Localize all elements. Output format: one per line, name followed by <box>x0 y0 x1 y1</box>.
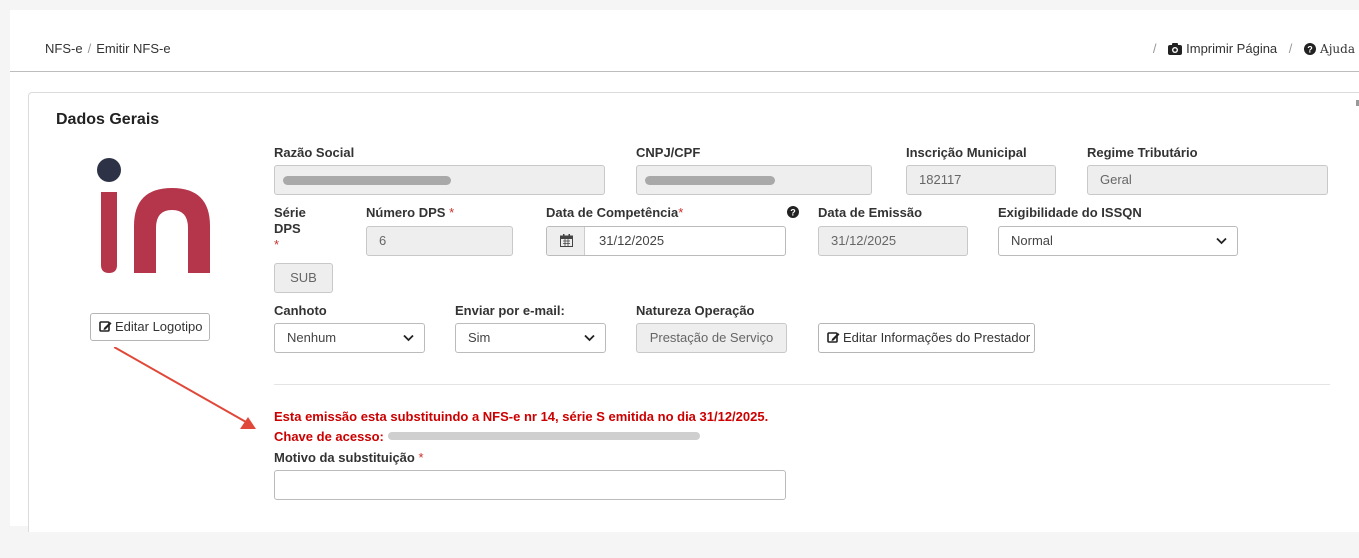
annotation-arrow <box>114 347 256 429</box>
calendar-addon[interactable] <box>547 227 585 255</box>
access-key-label: Chave de acesso: <box>274 429 384 444</box>
edit-provider-info-button[interactable]: Editar Informações do Prestador <box>818 323 1035 353</box>
regime-tributario-label: Regime Tributário <box>1087 145 1198 160</box>
canhoto-select[interactable]: Nenhum <box>274 323 425 353</box>
cnpj-cpf-label: CNPJ/CPF <box>636 145 701 160</box>
motivo-input[interactable] <box>274 470 786 500</box>
numero-dps-label: Número DPS * <box>366 205 455 220</box>
razao-social-label: Razão Social <box>274 145 355 160</box>
enviar-email-label: Enviar por e-mail: <box>455 303 565 318</box>
canhoto-value: Nenhum <box>287 330 337 345</box>
breadcrumb-current: Emitir NFS-e <box>96 41 171 56</box>
razao-social-field <box>274 165 605 195</box>
data-emissao-field: 31/12/2025 <box>818 226 968 256</box>
data-competencia-field[interactable]: 31/12/2025 <box>546 226 786 256</box>
question-circle-icon: ? <box>1304 43 1317 58</box>
edit-icon <box>99 316 112 342</box>
required-mark: * <box>274 237 280 252</box>
help-label: Ajuda <box>1320 42 1355 56</box>
exigibilidade-issqn-select[interactable]: Normal <box>998 226 1238 256</box>
chevron-down-icon <box>1216 237 1227 245</box>
redacted-access-key <box>387 432 700 440</box>
edit-logo-button[interactable]: Editar Logotipo <box>90 313 210 341</box>
numero-dps-field: 6 <box>366 226 513 256</box>
help-link[interactable]: ? Ajuda <box>1304 41 1355 56</box>
data-emissao-label: Data de Emissão <box>818 205 923 220</box>
cnpj-cpf-field <box>636 165 872 195</box>
canhoto-label: Canhoto <box>274 303 327 318</box>
header-actions: / Imprimir Página / ? Ajuda <box>1152 41 1355 56</box>
data-competencia-label: Data de Competência* <box>546 205 684 220</box>
motivo-label: Motivo da substituição * <box>274 450 424 465</box>
inscricao-municipal-field: 182117 <box>906 165 1056 195</box>
calendar-icon <box>560 234 573 247</box>
serie-dps-field: SUB <box>274 263 333 293</box>
redacted-value <box>283 176 451 185</box>
page: NFS-e / Emitir NFS-e / Imprimir Página / ?… <box>10 10 1359 532</box>
redacted-value <box>645 176 775 185</box>
enviar-email-value: Sim <box>468 330 491 345</box>
natureza-operacao-field: Prestação de Serviço <box>636 323 787 353</box>
camera-icon <box>1168 43 1183 58</box>
chevron-down-icon <box>403 334 414 342</box>
company-logo <box>92 158 222 279</box>
breadcrumb-root[interactable]: NFS-e <box>45 41 83 56</box>
chevron-down-icon <box>584 334 595 342</box>
breadcrumb: NFS-e / Emitir NFS-e <box>45 41 171 56</box>
natureza-operacao-label: Natureza Operação <box>636 303 755 318</box>
exigibilidade-issqn-value: Normal <box>1011 233 1053 248</box>
svg-text:?: ? <box>1307 45 1313 55</box>
divider <box>274 384 1330 385</box>
exigibilidade-issqn-label: Exigibilidade do ISSQN <box>998 205 1142 220</box>
serie-dps-label: Série DPS * <box>274 205 306 252</box>
edit-icon <box>827 326 840 354</box>
print-page-link[interactable]: Imprimir Página <box>1168 41 1281 56</box>
edit-logo-label: Editar Logotipo <box>115 319 203 334</box>
enviar-email-select[interactable]: Sim <box>455 323 606 353</box>
data-competencia-value: 31/12/2025 <box>599 233 665 248</box>
access-key-line: Chave de acesso: <box>274 429 700 444</box>
inscricao-municipal-label: Inscrição Municipal <box>906 145 1027 160</box>
print-page-label: Imprimir Página <box>1186 41 1278 56</box>
top-bar: NFS-e / Emitir NFS-e / Imprimir Página / ?… <box>10 10 1359 72</box>
edit-provider-info-label: Editar Informações do Prestador <box>843 330 1031 345</box>
svg-text:?: ? <box>790 208 796 218</box>
question-circle-icon[interactable]: ? <box>787 206 799 221</box>
regime-tributario-field: Geral <box>1087 165 1328 195</box>
dados-gerais-card: Dados Gerais Editar Logotipo Razão Socia… <box>28 92 1359 532</box>
substitution-notice: Esta emissão esta substituindo a NFS-e n… <box>274 409 769 424</box>
section-title: Dados Gerais <box>56 111 160 128</box>
